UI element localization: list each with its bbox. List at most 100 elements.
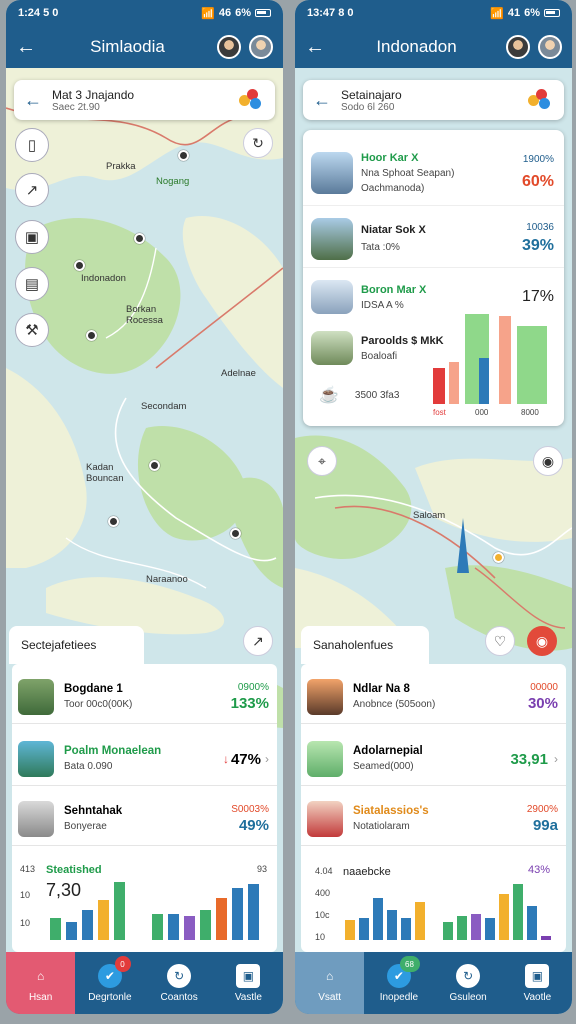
section-tab[interactable]: Sectejafetiees — [9, 626, 144, 664]
nav-explore[interactable]: ✔ Inopedle 68 — [364, 952, 433, 1014]
nav-cards[interactable]: ▣ Vaotle — [503, 952, 572, 1014]
avatar[interactable] — [538, 35, 562, 59]
section-tab[interactable]: Sanaholenfues — [301, 626, 429, 664]
list-item-name: Adolarnepial — [353, 745, 423, 757]
chart-bar — [457, 916, 467, 940]
nav-refresh[interactable]: ↻ Gsuleon — [434, 952, 503, 1014]
list-item-values: 33,91 › — [510, 749, 558, 768]
back-arrow-icon[interactable]: ← — [24, 90, 52, 111]
list-item-sub: Toor 00c0(00K) — [64, 699, 133, 710]
thumbnail — [18, 800, 54, 837]
chevron-right-icon[interactable]: › — [554, 752, 558, 766]
card-row-text: Niatar Sok X Tata :0% — [361, 224, 522, 253]
list-item-sub: Seamed(000) — [353, 761, 414, 772]
chart-bar — [152, 914, 163, 940]
nav-explore[interactable]: ✔ Degrtonle 0 — [75, 952, 144, 1014]
book-icon[interactable]: ▯ — [15, 128, 49, 162]
list-item-name: Siatalassios's — [353, 805, 429, 817]
chart-bar — [471, 914, 481, 940]
building-icon[interactable]: ▤ — [15, 267, 49, 301]
map-pin[interactable] — [86, 330, 97, 341]
chart-bar — [232, 888, 243, 940]
card-row[interactable]: Hoor Kar X Nna Sphoat Seapan) Oachmanoda… — [303, 140, 564, 206]
search-card[interactable]: ← Mat 3 Jnajando Saec 2t.90 — [14, 80, 275, 120]
chart-bar — [479, 358, 489, 404]
list-item[interactable]: Adolarnepial Seamed(000) 33,91 › — [301, 732, 566, 786]
app-title: Simlaodia — [90, 37, 165, 56]
search-card[interactable]: ← Setainajaro Sodo 6l 260 — [303, 80, 564, 120]
back-arrow-icon[interactable]: ← — [313, 90, 341, 111]
expand-map-button[interactable]: ↗ — [243, 626, 273, 656]
app-bar: ← Indonadon — [295, 26, 572, 68]
record-map-button[interactable]: ◉ — [527, 626, 557, 656]
map-pin[interactable] — [74, 260, 85, 271]
avatar[interactable] — [506, 35, 530, 59]
status-bar: 13:47 8 0 📶 41 6% — [295, 0, 572, 26]
battery-icon — [544, 9, 560, 17]
list-item[interactable]: Siatalassios's Notatiolaram 2900% 99a — [301, 792, 566, 846]
nav-home[interactable]: ⌂ Hsan — [6, 952, 76, 1014]
status-icons: 📶 41 6% — [490, 7, 560, 20]
search-title: Mat 3 Jnajando — [52, 87, 135, 102]
list-item[interactable]: Ndlar Na 8 Anobnce (505oon) 00000 30% — [301, 670, 566, 724]
nav-label: Vastle — [234, 991, 262, 1003]
card-row[interactable]: Niatar Sok X Tata :0% 10036 39% — [303, 210, 564, 268]
arrow-icon[interactable]: ↗ — [15, 173, 49, 207]
compass-map-button[interactable]: ⌖ — [307, 446, 337, 476]
chart-bar — [433, 368, 445, 404]
nav-home[interactable]: ⌂ Vsatt — [295, 952, 365, 1014]
list-item-values: ↓ 47% › — [223, 749, 269, 768]
map-pin[interactable] — [230, 528, 241, 539]
chart-bar — [449, 362, 459, 404]
mug-icon: ☕ — [319, 387, 339, 404]
list-item-values: S0003% 49% — [231, 804, 269, 834]
status-time: 13:47 8 0 — [307, 7, 354, 19]
back-arrow-icon[interactable]: ← — [305, 36, 335, 59]
back-arrow-icon[interactable]: ← — [16, 36, 46, 59]
list-item[interactable]: Sehntahak Bonyerae S0003% 49% — [12, 792, 277, 846]
chart-bar — [66, 922, 77, 940]
share-map-button[interactable]: ♡ — [485, 626, 515, 656]
map-pin[interactable] — [149, 460, 160, 471]
layers-icon[interactable] — [528, 89, 554, 111]
card-row-value-small: 1900% — [522, 154, 554, 165]
home-icon: ⌂ — [37, 968, 45, 983]
card-row-sub: Nna Sphoat Seapan) — [361, 167, 455, 179]
map-pin[interactable] — [493, 552, 504, 563]
refresh-icon: ↻ — [456, 963, 481, 988]
chart-bar — [200, 910, 211, 940]
map-pin[interactable] — [108, 516, 119, 527]
thumbnail — [18, 740, 54, 777]
chart-bar — [499, 316, 511, 404]
map-pin[interactable] — [178, 150, 189, 161]
search-text: Setainajaro Sodo 6l 260 — [341, 88, 528, 113]
avatar[interactable] — [249, 35, 273, 59]
bottom-nav: ⌂ Vsatt ✔ Inopedle 68 ↻ Gsuleon ▣ Vaotle — [295, 952, 572, 1014]
card-icon: ▣ — [525, 963, 550, 988]
list-item-values: 0900% 133% — [231, 682, 269, 712]
chart-bar — [517, 326, 547, 404]
nav-label: Coantos — [160, 991, 198, 1003]
chart-bar — [373, 898, 383, 940]
locate-map-button[interactable]: ◉ — [533, 446, 563, 476]
ticket-icon[interactable]: ▣ — [15, 220, 49, 254]
chevron-right-icon[interactable]: › — [265, 752, 269, 766]
list-item[interactable]: Bogdane 1 Toor 00c0(00K) 0900% 133% — [12, 670, 277, 724]
layers-icon[interactable] — [239, 89, 265, 111]
search-subtitle: Sodo 6l 260 — [341, 101, 395, 113]
refresh-map-button[interactable]: ↻ — [243, 128, 273, 158]
notification-badge: 68 — [399, 956, 420, 972]
chart-x-label: 000 — [475, 408, 489, 417]
chart-bar — [82, 910, 93, 940]
avatar[interactable] — [217, 35, 241, 59]
list-item-text: Bogdane 1 Toor 00c0(00K) — [64, 683, 231, 710]
battery-icon — [255, 9, 271, 17]
hammer-icon[interactable]: ⚒ — [15, 313, 49, 347]
map-pin[interactable] — [134, 233, 145, 244]
list-item-name: Bogdane 1 — [64, 683, 123, 695]
list-item[interactable]: Poalm Monaelean Bata 0.090 ↓ 47% › — [12, 732, 277, 786]
nav-refresh[interactable]: ↻ Coantos — [145, 952, 214, 1014]
nav-cards[interactable]: ▣ Vastle — [214, 952, 283, 1014]
search-subtitle: Saec 2t.90 — [52, 101, 100, 113]
list-item-values: 2900% 99a — [527, 804, 558, 834]
